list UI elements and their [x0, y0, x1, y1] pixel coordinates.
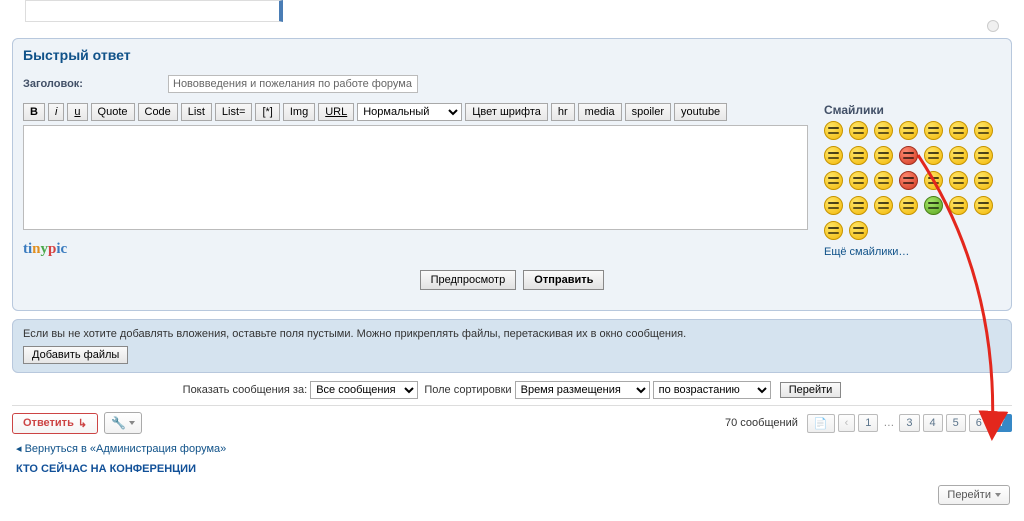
smiley-icon[interactable]	[949, 121, 968, 140]
wrench-icon: 🔧	[111, 416, 126, 430]
page-ellipsis: …	[881, 417, 896, 429]
smiley-icon[interactable]	[924, 146, 943, 165]
smiley-icon[interactable]	[824, 221, 843, 240]
code-button[interactable]: Code	[138, 103, 178, 121]
smilies-title: Смайлики	[824, 103, 1001, 117]
img-button[interactable]: Img	[283, 103, 315, 121]
smiley-icon[interactable]	[899, 196, 918, 215]
smiley-icon[interactable]	[824, 146, 843, 165]
smiley-icon[interactable]	[949, 171, 968, 190]
previous-post-quote-box	[25, 0, 283, 22]
quote-button[interactable]: Quote	[91, 103, 135, 121]
page-1[interactable]: 1	[858, 414, 878, 432]
url-button[interactable]: URL	[318, 103, 354, 121]
smiley-icon[interactable]	[974, 171, 993, 190]
italic-button[interactable]: i	[48, 103, 64, 121]
smiley-icon[interactable]	[874, 196, 893, 215]
attachment-panel: Если вы не хотите добавлять вложения, ос…	[12, 319, 1012, 373]
show-posts-label: Показать сообщения за:	[183, 384, 307, 396]
preview-button[interactable]: Предпросмотр	[420, 270, 517, 290]
tinypic-link[interactable]: tinypic	[23, 241, 808, 258]
media-button[interactable]: media	[578, 103, 622, 121]
spoiler-button[interactable]: spoiler	[625, 103, 671, 121]
smiley-icon[interactable]	[849, 121, 868, 140]
smiley-icon[interactable]	[924, 171, 943, 190]
page-jump-icon[interactable]: 📄	[807, 414, 835, 433]
page-6[interactable]: 6	[969, 414, 989, 432]
underline-button[interactable]: u	[67, 103, 87, 121]
smiley-icon[interactable]	[924, 121, 943, 140]
add-files-button[interactable]: Добавить файлы	[23, 346, 128, 364]
post-count: 70 сообщений	[725, 417, 798, 429]
smiley-icon[interactable]	[849, 146, 868, 165]
smilies-grid	[824, 121, 1001, 240]
page-5[interactable]: 5	[946, 414, 966, 432]
page-7[interactable]: 7	[992, 414, 1012, 432]
quick-reply-title: Быстрый ответ	[23, 47, 1001, 63]
reply-button[interactable]: Ответить↳	[12, 413, 98, 434]
jump-to-button[interactable]: Перейти	[938, 485, 1010, 505]
sort-field-select[interactable]: Время размещения	[515, 381, 650, 399]
attachment-hint: Если вы не хотите добавлять вложения, ос…	[23, 328, 1001, 340]
smiley-icon[interactable]	[949, 196, 968, 215]
page-4[interactable]: 4	[923, 414, 943, 432]
smiley-icon[interactable]	[949, 146, 968, 165]
list-item-button[interactable]: [*]	[255, 103, 279, 121]
who-online-heading: КТО СЕЙЧАС НА КОНФЕРЕНЦИИ	[16, 463, 1008, 475]
smiley-icon[interactable]	[899, 121, 918, 140]
sort-direction-select[interactable]: по возрастанию	[653, 381, 771, 399]
smiley-icon[interactable]	[974, 121, 993, 140]
hr-button[interactable]: hr	[551, 103, 575, 121]
more-smilies-link[interactable]: Ещё смайлики…	[824, 246, 1001, 258]
display-go-button[interactable]: Перейти	[780, 382, 842, 398]
quick-reply-panel: Быстрый ответ Заголовок: B i u Quote Cod…	[12, 38, 1012, 311]
smiley-icon[interactable]	[874, 121, 893, 140]
subject-label: Заголовок:	[23, 78, 168, 90]
smiley-icon[interactable]	[974, 146, 993, 165]
smiley-icon[interactable]	[924, 196, 943, 215]
list-button[interactable]: List	[181, 103, 212, 121]
bold-button[interactable]: B	[23, 103, 45, 121]
smiley-icon[interactable]	[874, 146, 893, 165]
reply-arrow-icon: ↳	[78, 417, 87, 430]
prev-page-button[interactable]: ‹	[838, 414, 856, 432]
page-3[interactable]: 3	[899, 414, 919, 432]
smiley-icon[interactable]	[849, 171, 868, 190]
sort-field-label: Поле сортировки	[424, 384, 511, 396]
caret-down-icon	[995, 493, 1001, 497]
submit-button[interactable]: Отправить	[523, 270, 604, 290]
smiley-icon[interactable]	[824, 121, 843, 140]
smiley-icon[interactable]	[899, 171, 918, 190]
youtube-button[interactable]: youtube	[674, 103, 727, 121]
smiley-icon[interactable]	[974, 196, 993, 215]
font-size-select[interactable]: Нормальный	[357, 103, 462, 121]
smiley-icon[interactable]	[824, 196, 843, 215]
smiley-icon[interactable]	[899, 146, 918, 165]
show-posts-select[interactable]: Все сообщения	[310, 381, 418, 399]
scroll-top-icon[interactable]	[987, 20, 999, 32]
caret-down-icon	[129, 421, 135, 425]
bbcode-toolbar: B i u Quote Code List List= [*] Img URL …	[23, 103, 808, 121]
divider	[12, 405, 1012, 406]
return-to-forum-link[interactable]: Вернуться в «Администрация форума»	[16, 442, 1008, 455]
display-options: Показать сообщения за: Все сообщения Пол…	[12, 381, 1012, 399]
pagination: 70 сообщений 📄 ‹ 1 … 3 4 5 6 7	[725, 414, 1012, 433]
subject-input[interactable]	[168, 75, 418, 93]
smiley-icon[interactable]	[849, 196, 868, 215]
smiley-icon[interactable]	[874, 171, 893, 190]
list-ordered-button[interactable]: List=	[215, 103, 253, 121]
topic-tools-button[interactable]: 🔧	[104, 412, 142, 434]
font-color-button[interactable]: Цвет шрифта	[465, 103, 548, 121]
message-textarea[interactable]	[23, 125, 808, 230]
smiley-icon[interactable]	[849, 221, 868, 240]
smiley-icon[interactable]	[824, 171, 843, 190]
